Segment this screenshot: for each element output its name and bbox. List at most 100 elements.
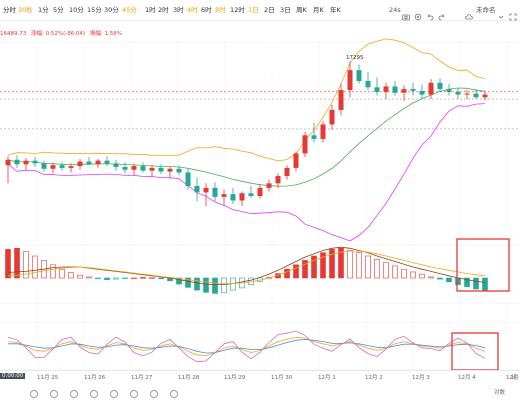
drawing-tool-dot[interactable] — [130, 390, 138, 398]
time-tick-label: 11月 25 — [37, 375, 59, 381]
candle-body — [311, 135, 317, 139]
time-tick-label: 11月 28 — [178, 375, 200, 381]
candle — [257, 184, 263, 199]
candle-body — [32, 160, 38, 164]
candle-body — [95, 160, 101, 165]
candle-body — [320, 124, 326, 139]
drawing-tool-dot[interactable] — [50, 390, 58, 398]
candle — [374, 77, 380, 96]
macd-histogram-bar — [473, 277, 479, 290]
macd-histogram-bar — [59, 268, 65, 279]
candle-body — [473, 93, 479, 98]
candle — [77, 158, 83, 170]
candle — [212, 182, 218, 202]
candle-body — [410, 89, 416, 91]
time-axis[interactable]: 0:00:00 11月 25 11月 26 11月 27 11月 28 11月 29 11月… — [0, 370, 520, 383]
candle — [338, 83, 344, 116]
middle-band-line — [7, 87, 486, 187]
time-tick-label: 12月 4 — [458, 375, 476, 381]
macd-histogram-bar — [284, 268, 290, 279]
log-scale-toggle[interactable]: 对数 — [494, 388, 505, 396]
time-tick-label: 11月 29 — [224, 375, 246, 381]
macd-histogram-bar — [455, 277, 461, 285]
drawing-tool-dot[interactable] — [70, 390, 78, 398]
drawing-tool-dot[interactable] — [90, 390, 98, 398]
candle — [194, 177, 200, 202]
candle — [239, 191, 245, 206]
candle-body — [194, 186, 200, 193]
macd-histogram-bar — [482, 277, 488, 291]
candle-body — [365, 80, 371, 88]
macd-histogram-bar — [374, 258, 380, 279]
candle-body — [284, 167, 290, 177]
macd-histogram-bar — [95, 277, 101, 280]
candle-body — [248, 193, 254, 196]
macd-histogram-bar — [194, 277, 200, 291]
candle-body — [50, 165, 56, 169]
candle-body — [149, 167, 155, 171]
candle-body — [383, 86, 389, 92]
candle-body — [41, 163, 47, 169]
macd-histogram-bar — [437, 277, 443, 280]
drawing-tool-dot[interactable] — [110, 390, 118, 398]
candle-body — [338, 90, 344, 110]
macd-histogram-bar — [428, 276, 434, 279]
candle-body — [176, 168, 182, 173]
drawing-tool-dot[interactable] — [30, 390, 38, 398]
macd-histogram-bar — [401, 268, 407, 279]
macd-histogram-bar — [419, 273, 425, 279]
candle-body — [464, 93, 470, 95]
candle — [167, 167, 173, 179]
candle-body — [59, 165, 65, 168]
candle-body — [428, 82, 434, 95]
drawing-tool-dot[interactable] — [170, 390, 178, 398]
macd-histogram-bar — [104, 277, 110, 280]
bottom-bar: 对数 — [0, 386, 520, 400]
candle — [356, 64, 362, 84]
candle-body — [5, 159, 11, 166]
candle — [149, 165, 155, 177]
candle — [410, 82, 416, 96]
candle-body — [167, 168, 173, 172]
candle-body — [86, 161, 92, 165]
macd-histogram-bar — [383, 262, 389, 279]
chart-canvas[interactable] — [0, 0, 520, 400]
candle — [419, 84, 425, 100]
lower-band-line — [7, 103, 486, 242]
macd-pane — [5, 246, 488, 294]
candle — [140, 162, 146, 173]
macd-histogram-bar — [347, 250, 353, 279]
candle-body — [482, 94, 488, 98]
kdj-line — [7, 330, 486, 363]
candle — [158, 164, 164, 175]
candle — [302, 131, 308, 158]
candle — [329, 104, 335, 130]
candle — [437, 78, 443, 92]
candle — [113, 159, 119, 171]
macd-histogram-bar — [113, 277, 119, 280]
candle-body — [239, 193, 245, 201]
candle-body — [68, 166, 74, 168]
candle-body — [266, 183, 272, 188]
macd-histogram-bar — [158, 277, 164, 280]
macd-histogram-bar — [212, 277, 218, 294]
upper-band-line — [7, 38, 486, 162]
candle-body — [401, 89, 407, 93]
macd-histogram-bar — [410, 271, 416, 279]
candle-body — [77, 161, 83, 167]
candle-body — [347, 70, 353, 91]
macd-histogram-bar — [77, 274, 83, 279]
candle — [59, 161, 65, 171]
macd-histogram-bar — [365, 255, 371, 279]
candle — [86, 157, 92, 166]
candle-body — [113, 163, 119, 168]
macd-histogram-bar — [221, 277, 227, 294]
drawing-tool-dot[interactable] — [150, 390, 158, 398]
candle — [248, 186, 254, 198]
macd-histogram-bar — [203, 277, 209, 293]
candle — [383, 82, 389, 100]
candle-body — [257, 187, 263, 196]
candle — [482, 91, 488, 100]
kdj-pane — [7, 330, 486, 363]
time-tick-label: 11月 26 — [84, 375, 106, 381]
